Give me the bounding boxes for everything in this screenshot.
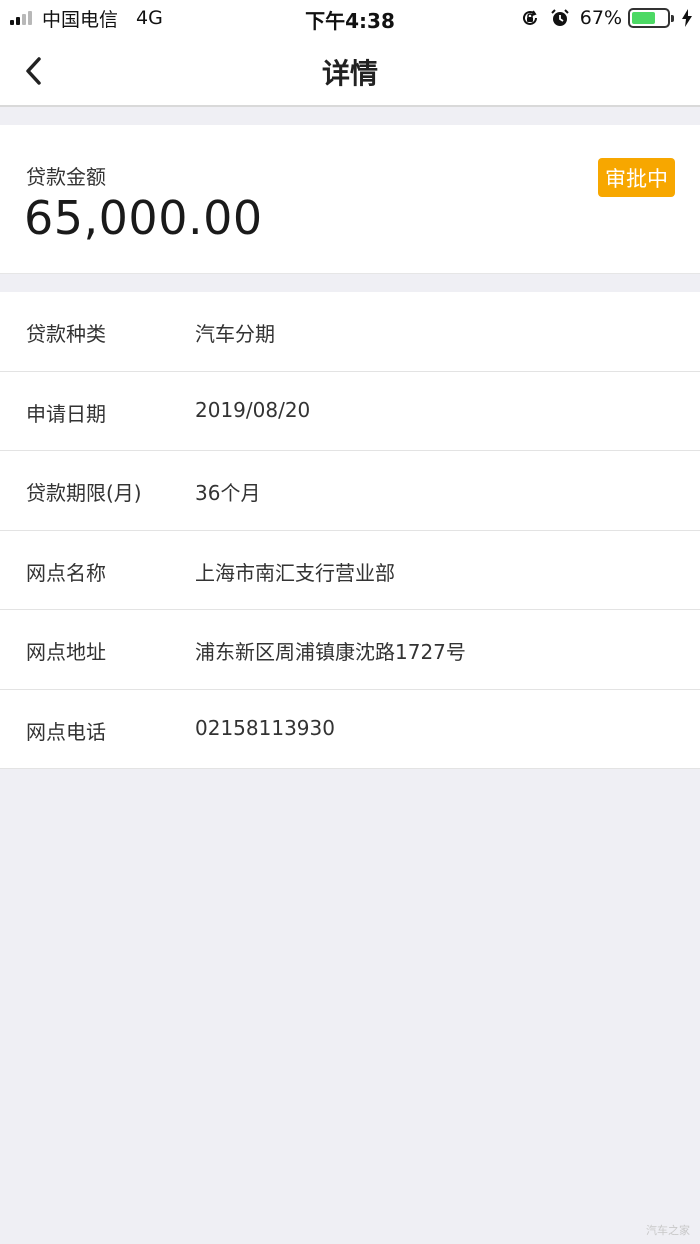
amount-label: 贷款金额 <box>26 165 106 189</box>
detail-label: 网点地址 <box>26 640 106 664</box>
detail-value: 浦东新区周浦镇康沈路1727号 <box>195 640 466 664</box>
detail-value: 汽车分期 <box>195 322 275 346</box>
detail-value: 上海市南汇支行营业部 <box>195 560 395 585</box>
status-right: 67% <box>510 6 692 30</box>
status-bar: 中国电信 4G 下午4:38 67% <box>0 0 700 36</box>
status-badge: 审批中 <box>598 158 675 197</box>
detail-row-branch-phone: 网点电话 02158113930 <box>0 690 700 769</box>
alarm-icon <box>550 8 570 28</box>
detail-value: 2019/08/20 <box>195 397 311 422</box>
detail-row-apply-date: 申请日期 2019/08/20 <box>0 372 700 451</box>
detail-label: 贷款期限(月) <box>26 481 142 505</box>
watermark: 汽车之家 <box>646 1224 690 1237</box>
detail-row-branch-address: 网点地址 浦东新区周浦镇康沈路1727号 <box>0 610 700 690</box>
battery-icon <box>628 8 674 28</box>
detail-label: 网点名称 <box>26 560 106 585</box>
detail-row-branch-name: 网点名称 上海市南汇支行营业部 <box>0 531 700 610</box>
detail-value[interactable]: 02158113930 <box>195 716 335 740</box>
loan-amount-card: 贷款金额 65,000.00 审批中 <box>0 125 700 274</box>
detail-label: 申请日期 <box>26 401 106 426</box>
battery-level <box>632 12 655 24</box>
charging-icon <box>682 9 692 27</box>
detail-label: 贷款种类 <box>26 322 106 346</box>
detail-row-loan-term: 贷款期限(月) 36个月 <box>0 451 700 531</box>
rotation-lock-icon <box>520 8 540 28</box>
page-title: 详情 <box>321 57 378 90</box>
nav-bar: 详情 <box>0 36 700 107</box>
detail-label: 网点电话 <box>26 719 106 744</box>
detail-value: 36个月 <box>195 481 261 505</box>
amount-value: 65,000.00 <box>24 191 263 245</box>
detail-list: 贷款种类 汽车分期 申请日期 2019/08/20 贷款期限(月) 36个月 网… <box>0 292 700 769</box>
battery-percent: 67% <box>579 7 622 29</box>
detail-row-loan-type: 贷款种类 汽车分期 <box>0 292 700 372</box>
